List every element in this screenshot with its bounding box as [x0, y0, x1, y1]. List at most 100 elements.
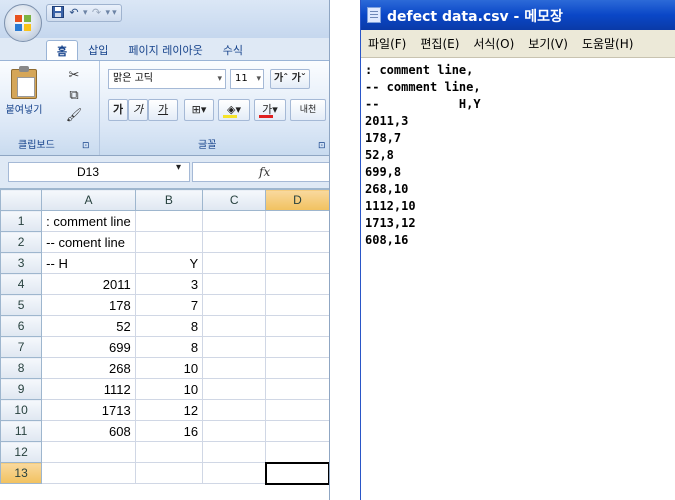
cell-a[interactable]: 608	[41, 420, 136, 442]
cell-a[interactable]: 52	[41, 315, 136, 337]
cell-a[interactable]: 699	[41, 336, 136, 358]
column-header[interactable]: C	[202, 189, 267, 211]
phonetic-guide-button[interactable]: 내천	[290, 99, 326, 121]
row-header[interactable]: 10	[0, 399, 43, 421]
active-cell-d13[interactable]	[264, 461, 329, 485]
row-header[interactable]: 5	[0, 294, 43, 316]
cell-a[interactable]: -- coment line	[41, 231, 136, 253]
cell-c[interactable]	[202, 210, 267, 232]
row-header[interactable]: 11	[0, 420, 43, 442]
cell-a[interactable]	[41, 462, 136, 484]
row-header[interactable]: 3	[0, 252, 43, 274]
cell-b[interactable]: 7	[134, 294, 204, 316]
customize-qat-icon[interactable]: ▾	[112, 8, 117, 18]
row-header[interactable]: 8	[0, 357, 43, 379]
cell-c[interactable]	[202, 399, 267, 421]
cell-a[interactable]: 1112	[41, 378, 136, 400]
bold-button[interactable]: 가	[108, 99, 128, 121]
tab-page-layout[interactable]: 페이지 레이아웃	[118, 40, 212, 62]
cell-b[interactable]: 8	[134, 336, 204, 358]
cell-d[interactable]	[265, 315, 329, 337]
cell-d[interactable]	[265, 336, 329, 358]
row-header[interactable]: 2	[0, 231, 43, 253]
copy-icon[interactable]: ⧉	[64, 87, 84, 105]
row-header[interactable]: 1	[0, 210, 43, 232]
column-header[interactable]: A	[41, 189, 136, 211]
column-header[interactable]: D	[265, 189, 329, 211]
cell-c[interactable]	[202, 420, 267, 442]
name-box[interactable]: D13	[8, 162, 190, 182]
cell-d[interactable]	[265, 210, 329, 232]
save-icon[interactable]	[51, 6, 65, 20]
cell-c[interactable]	[202, 336, 267, 358]
insert-function-icon[interactable]: fx	[259, 165, 270, 179]
cell-b[interactable]	[134, 462, 204, 484]
cell-c[interactable]	[202, 357, 267, 379]
cell-b[interactable]: 16	[134, 420, 204, 442]
menu-format[interactable]: 서식(O)	[466, 35, 521, 52]
cell-b[interactable]	[134, 231, 204, 253]
cell-d[interactable]	[265, 231, 329, 253]
grow-shrink-font-button[interactable]: 가ˆ 가ˇ	[270, 69, 310, 89]
redo-icon[interactable]: ↷	[90, 6, 104, 20]
cell-b[interactable]: 3	[134, 273, 204, 295]
undo-icon[interactable]: ↶	[67, 6, 81, 20]
cell-c[interactable]	[202, 294, 267, 316]
cell-b[interactable]: 10	[134, 378, 204, 400]
tab-insert[interactable]: 삽입	[78, 40, 118, 62]
spreadsheet-grid[interactable]: A B C D 1: comment line 2 -- coment line 3-…	[0, 188, 329, 500]
cell-b[interactable]: 12	[134, 399, 204, 421]
cell-d[interactable]	[265, 294, 329, 316]
underline-button[interactable]: 가	[148, 99, 178, 121]
font-name-select[interactable]: 맑은 고딕 ▾	[108, 69, 226, 89]
cell-b[interactable]: 10	[134, 357, 204, 379]
menu-view[interactable]: 보기(V)	[521, 35, 575, 52]
column-header[interactable]: B	[134, 189, 204, 211]
cell-a[interactable]: 1713	[41, 399, 136, 421]
font-color-button[interactable]: 가▾	[254, 99, 286, 121]
format-painter-icon[interactable]: 🖌	[64, 107, 84, 125]
cell-d[interactable]	[265, 399, 329, 421]
cell-a[interactable]: -- H	[41, 252, 136, 274]
row-header[interactable]: 9	[0, 378, 43, 400]
cell-c[interactable]	[202, 462, 267, 484]
row-header[interactable]: 13	[0, 462, 43, 484]
row-header[interactable]: 7	[0, 336, 43, 358]
cell-d[interactable]	[265, 273, 329, 295]
cell-c[interactable]	[202, 441, 267, 463]
menu-help[interactable]: 도움말(H)	[575, 35, 641, 52]
cell-b[interactable]	[134, 441, 204, 463]
text-editor-area[interactable]: : comment line, -- comment line, -- H,Y 201…	[361, 58, 675, 500]
row-header[interactable]: 6	[0, 315, 43, 337]
menu-edit[interactable]: 편집(E)	[413, 35, 466, 52]
font-launcher-icon[interactable]: ⊡	[318, 139, 326, 153]
cell-a[interactable]: 178	[41, 294, 136, 316]
font-size-select[interactable]: 11 ▾	[230, 69, 264, 89]
cell-d[interactable]	[265, 378, 329, 400]
paste-button[interactable]: 붙여넣기	[4, 66, 44, 125]
cell-c[interactable]	[202, 315, 267, 337]
border-button[interactable]: ⊞▾	[184, 99, 214, 121]
menu-file[interactable]: 파일(F)	[361, 35, 413, 52]
cell-a[interactable]: 268	[41, 357, 136, 379]
name-box-dropdown-icon[interactable]: ▾	[176, 162, 181, 173]
clipboard-launcher-icon[interactable]: ⊡	[82, 139, 90, 153]
redo-dropdown-icon[interactable]: ▾	[106, 8, 111, 18]
tab-home[interactable]: 홈	[46, 40, 79, 62]
select-all-corner[interactable]	[0, 189, 43, 211]
cell-d[interactable]	[265, 420, 329, 442]
row-header[interactable]: 12	[0, 441, 43, 463]
formula-input[interactable]: fx	[192, 162, 329, 182]
cell-d[interactable]	[265, 357, 329, 379]
office-button[interactable]	[4, 4, 42, 42]
notepad-title-bar[interactable]: defect data.csv - 메모장	[361, 0, 675, 30]
italic-button[interactable]: 가	[128, 99, 148, 121]
row-header[interactable]: 4	[0, 273, 43, 295]
cell-c[interactable]	[202, 231, 267, 253]
tab-formulas[interactable]: 수식	[213, 40, 253, 62]
cell-c[interactable]	[202, 252, 267, 274]
cell-a[interactable]	[41, 441, 136, 463]
cut-icon[interactable]: ✂	[64, 67, 84, 85]
cell-c[interactable]	[202, 273, 267, 295]
cell-c[interactable]	[202, 378, 267, 400]
